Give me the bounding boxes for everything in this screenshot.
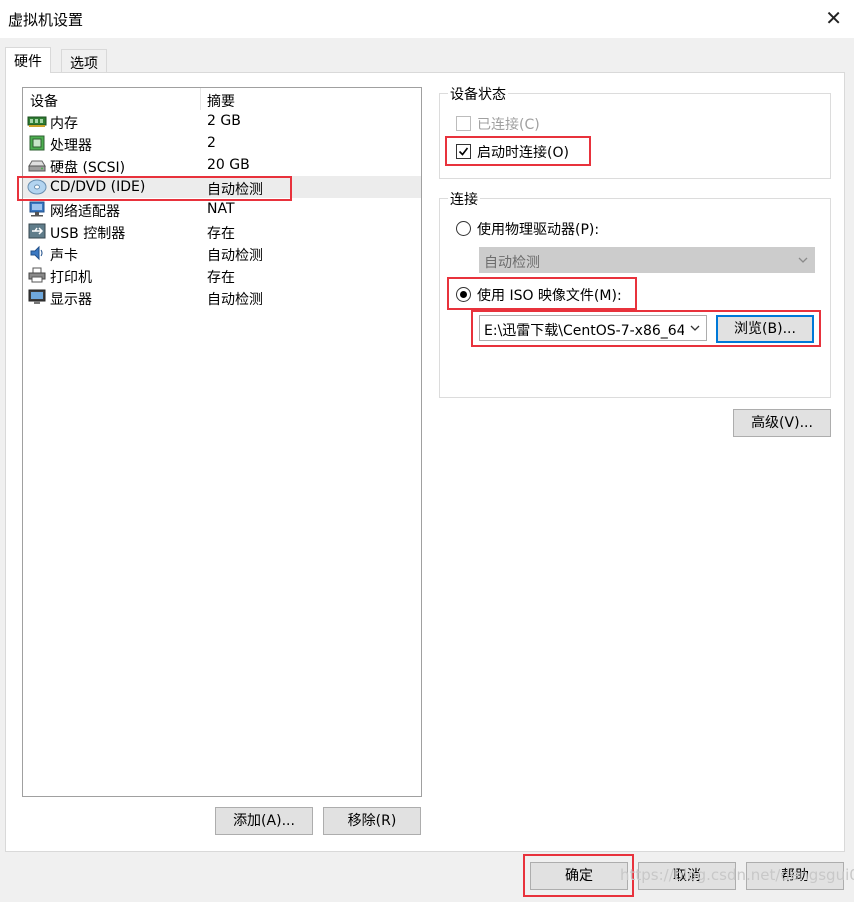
- browse-button[interactable]: 浏览(B)...: [716, 315, 814, 343]
- chevron-down-icon: [798, 257, 808, 263]
- device-name: 硬盘 (SCSI): [50, 160, 126, 176]
- ok-button[interactable]: 确定: [530, 862, 628, 890]
- device-summary: 自动检测: [207, 182, 263, 198]
- device-list[interactable]: 设备 摘要 内存 2 GB 处理器 2 硬盘 (SCSI) 20 GB CD/D…: [22, 87, 422, 797]
- device-summary: 自动检测: [207, 292, 263, 308]
- iso-image-label: 使用 ISO 映像文件(M):: [477, 288, 622, 304]
- hard-disk-icon: [28, 160, 46, 172]
- iso-image-radio[interactable]: [456, 287, 471, 302]
- add-device-button[interactable]: 添加(A)...: [215, 807, 313, 835]
- device-name: CD/DVD (IDE): [50, 179, 146, 195]
- hardware-panel: 设备 摘要 内存 2 GB 处理器 2 硬盘 (SCSI) 20 GB CD/D…: [5, 72, 845, 852]
- device-row-memory[interactable]: 内存 2 GB: [23, 110, 421, 132]
- memory-icon: [27, 116, 47, 127]
- device-summary: 2: [207, 135, 216, 151]
- connected-label: 已连接(C): [477, 117, 540, 133]
- close-icon[interactable]: ✕: [825, 6, 842, 30]
- device-status-group: 设备状态 已连接(C) 启动时连接(O): [439, 84, 831, 179]
- device-name: 网络适配器: [50, 204, 120, 220]
- device-status-title: 设备状态: [448, 84, 508, 104]
- list-header: 设备 摘要: [23, 88, 421, 110]
- physical-drive-value: 自动检测: [484, 255, 540, 271]
- usb-icon: [28, 223, 46, 239]
- device-summary: 自动检测: [207, 248, 263, 264]
- tab-options[interactable]: 选项: [61, 49, 107, 73]
- sound-card-icon: [30, 245, 43, 261]
- physical-drive-radio[interactable]: [456, 221, 471, 236]
- iso-path-value: E:\迅雷下载\CentOS-7-x86_64: [484, 323, 684, 339]
- printer-icon: [28, 267, 46, 283]
- device-name: 内存: [50, 116, 78, 132]
- device-summary: 20 GB: [207, 157, 250, 173]
- connect-at-power-on-label: 启动时连接(O): [477, 145, 569, 161]
- device-row-processor[interactable]: 处理器 2: [23, 132, 421, 154]
- display-icon: [28, 289, 46, 304]
- title-bar: 虚拟机设置 ✕: [0, 0, 854, 38]
- device-summary: 存在: [207, 270, 235, 286]
- header-summary: 摘要: [207, 94, 235, 110]
- header-device: 设备: [30, 94, 58, 110]
- cd-dvd-icon: [27, 179, 47, 195]
- connection-title: 连接: [448, 189, 480, 209]
- device-row-display[interactable]: 显示器 自动检测: [23, 286, 421, 308]
- watermark-text: https://blog.csdn.net/dengsgui0: [620, 866, 854, 884]
- device-row-usb[interactable]: USB 控制器 存在: [23, 220, 421, 242]
- device-name: 打印机: [50, 270, 92, 286]
- chevron-down-icon: [690, 325, 700, 331]
- device-summary: 2 GB: [207, 113, 241, 129]
- remove-device-button[interactable]: 移除(R): [323, 807, 421, 835]
- device-row-cd-dvd[interactable]: CD/DVD (IDE) 自动检测: [23, 176, 421, 198]
- device-name: USB 控制器: [50, 226, 126, 242]
- physical-drive-label: 使用物理驱动器(P):: [477, 222, 600, 238]
- device-summary: NAT: [207, 201, 235, 217]
- device-row-hard-disk[interactable]: 硬盘 (SCSI) 20 GB: [23, 154, 421, 176]
- device-row-network[interactable]: 网络适配器 NAT: [23, 198, 421, 220]
- network-adapter-icon: [29, 201, 45, 217]
- device-name: 显示器: [50, 292, 92, 308]
- device-name: 处理器: [50, 138, 92, 154]
- device-row-sound[interactable]: 声卡 自动检测: [23, 242, 421, 264]
- connect-at-power-on-checkbox[interactable]: [456, 144, 471, 159]
- device-name: 声卡: [50, 248, 78, 264]
- checkmark-icon: [458, 147, 469, 156]
- device-row-printer[interactable]: 打印机 存在: [23, 264, 421, 286]
- column-separator[interactable]: [200, 88, 201, 110]
- connected-checkbox[interactable]: [456, 116, 471, 131]
- device-summary: 存在: [207, 226, 235, 242]
- window-title: 虚拟机设置: [8, 11, 84, 29]
- processor-icon: [29, 135, 45, 151]
- tab-hardware[interactable]: 硬件: [5, 47, 51, 73]
- dialog-body: 硬件 选项 设备 摘要 内存 2 GB 处理器 2 硬盘 (SCSI) 20 G…: [0, 38, 854, 902]
- iso-path-combobox[interactable]: E:\迅雷下载\CentOS-7-x86_64: [479, 315, 707, 341]
- advanced-button[interactable]: 高级(V)...: [733, 409, 831, 437]
- physical-drive-dropdown[interactable]: 自动检测: [479, 247, 815, 273]
- connection-group: 连接 使用物理驱动器(P): 自动检测 使用 ISO 映像文件(M): E:\迅…: [439, 189, 831, 398]
